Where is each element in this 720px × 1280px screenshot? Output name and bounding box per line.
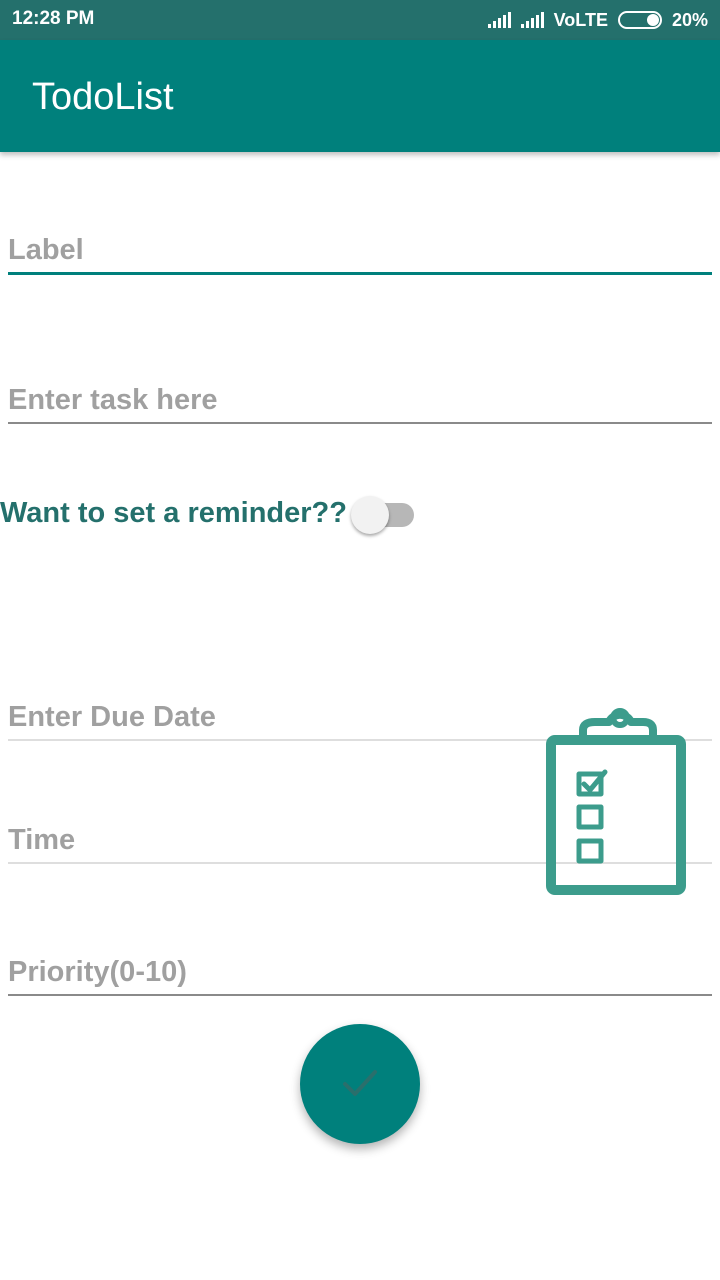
signal-icon: [487, 12, 511, 28]
network-type: VoLTE: [553, 9, 608, 30]
signal-icon: [520, 12, 544, 28]
checkmark-icon: [343, 1070, 377, 1096]
task-input[interactable]: [8, 380, 712, 420]
status-bar: 12:28 PM VoLTE 20%: [0, 0, 720, 40]
battery-icon: [617, 11, 662, 29]
reminder-label: Want to set a reminder??: [0, 497, 347, 529]
task-input-underline: [8, 422, 712, 424]
label-input[interactable]: [8, 230, 712, 270]
app-bar: TodoList: [0, 40, 720, 152]
battery-level: 20%: [671, 9, 708, 30]
priority-input[interactable]: [8, 952, 712, 992]
app-title: TodoList: [32, 76, 174, 118]
label-input-underline: [8, 272, 712, 275]
save-button[interactable]: [300, 1024, 420, 1144]
status-indicators: VoLTE 20%: [487, 8, 708, 32]
reminder-switch-thumb[interactable]: [351, 496, 389, 534]
status-time: 12:28 PM: [12, 8, 95, 29]
clipboard-checklist-icon: [546, 708, 686, 895]
priority-input-underline: [8, 994, 712, 996]
